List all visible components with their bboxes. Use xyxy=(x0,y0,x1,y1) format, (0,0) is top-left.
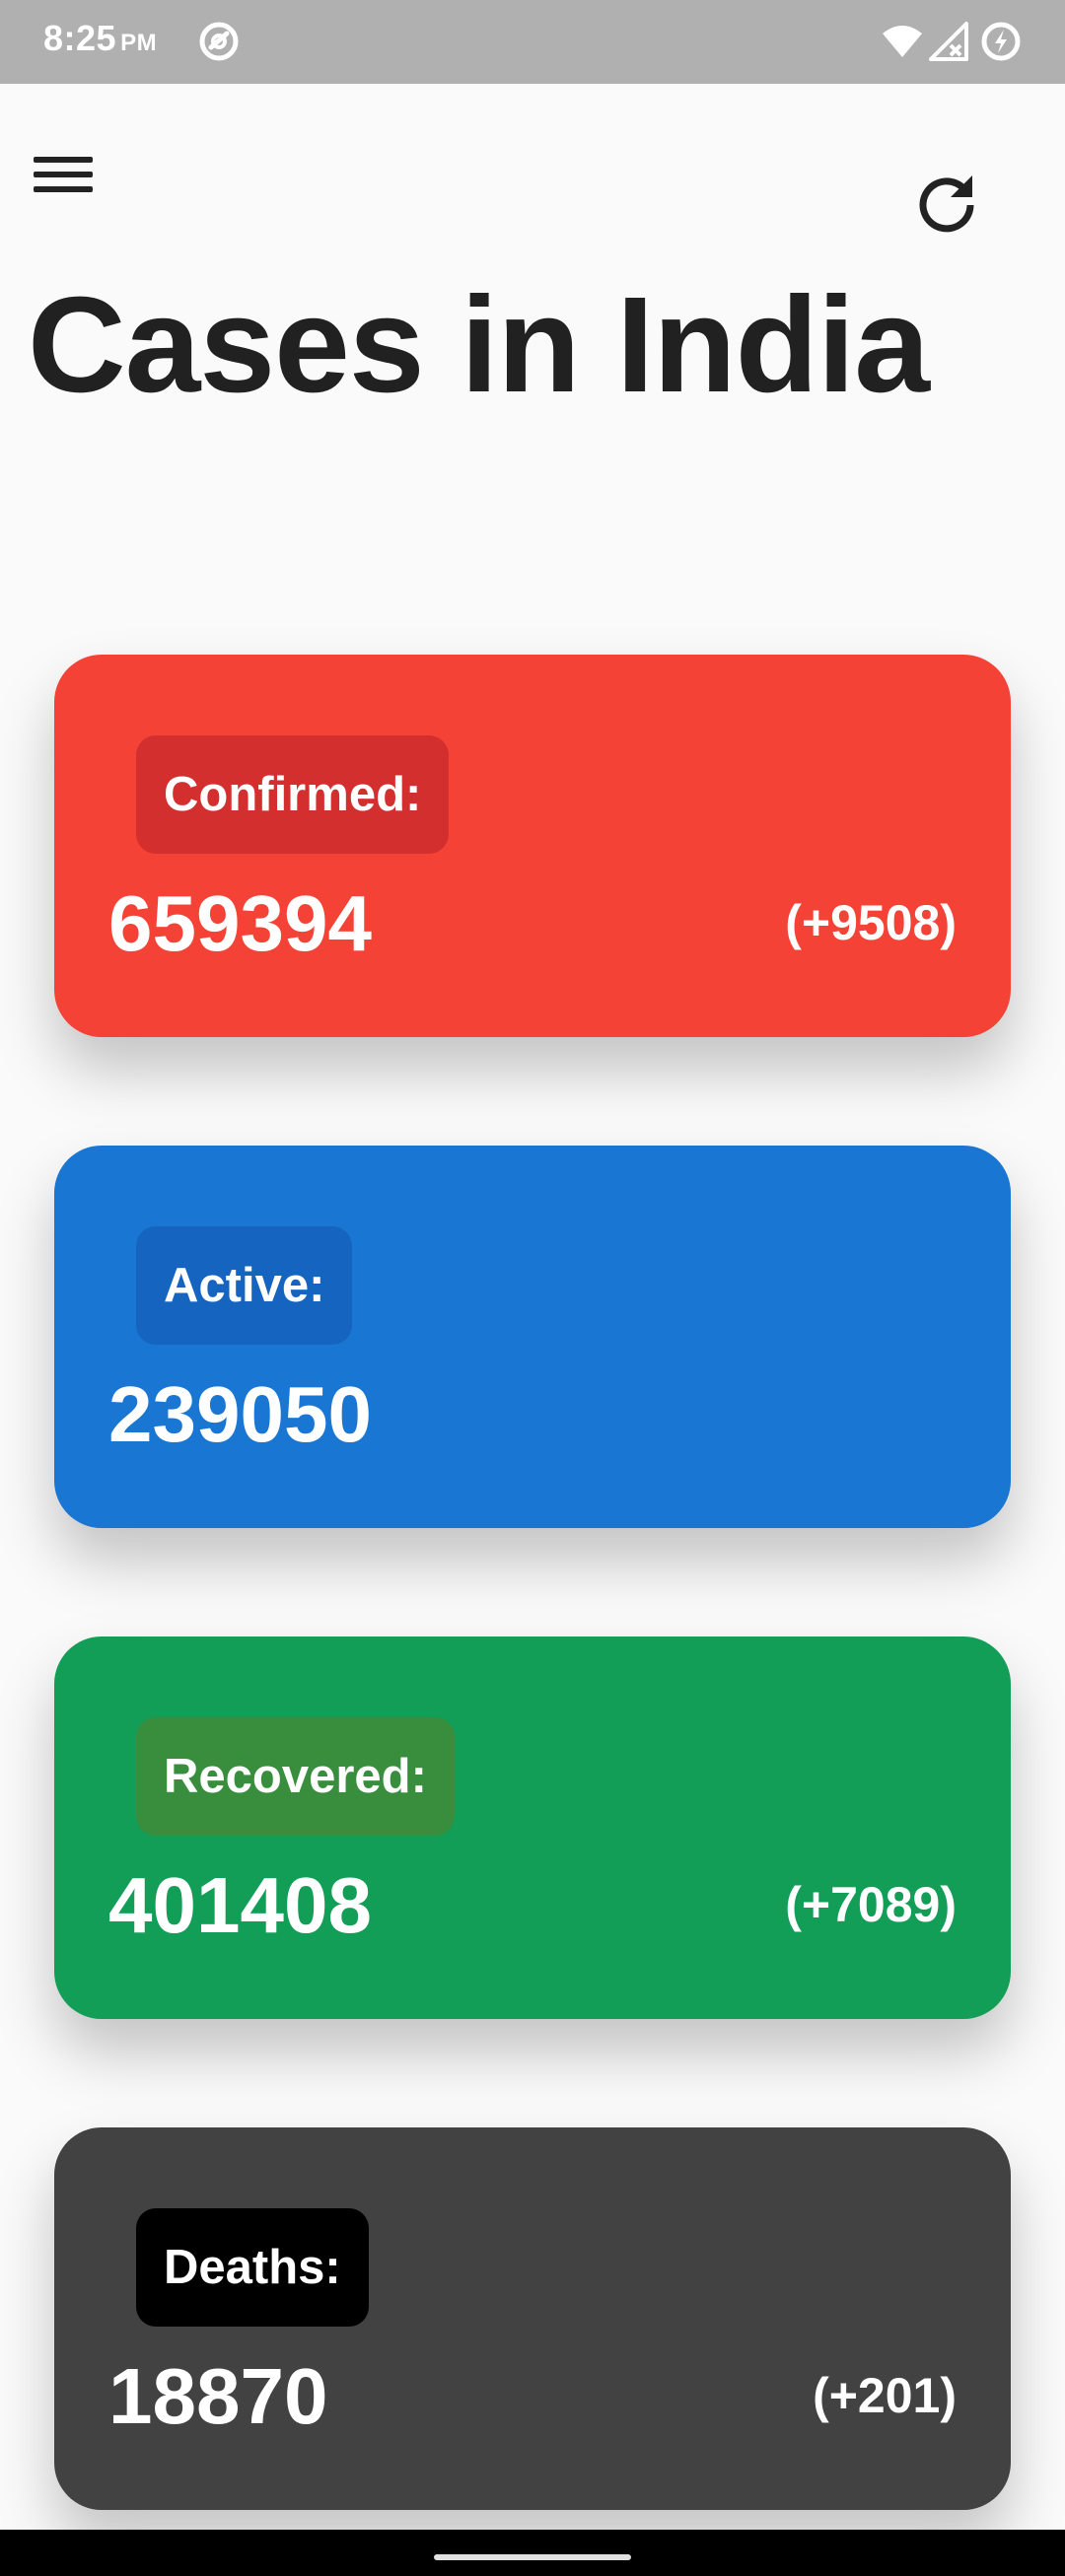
menu-bar-bottom xyxy=(34,186,93,192)
recovered-value: 401408 xyxy=(108,1861,372,1949)
do-not-disturb-icon xyxy=(199,22,239,61)
home-gesture-handle[interactable] xyxy=(434,2554,631,2560)
active-value: 239050 xyxy=(108,1370,372,1458)
refresh-icon[interactable] xyxy=(907,166,986,244)
deaths-value: 18870 xyxy=(108,2352,328,2440)
active-label: Active: xyxy=(136,1226,353,1345)
deaths-delta: (+201) xyxy=(813,2368,957,2423)
page-title: Cases in India xyxy=(28,269,930,421)
confirmed-label: Confirmed: xyxy=(136,735,450,854)
deaths-label: Deaths: xyxy=(136,2208,369,2327)
signal-icon xyxy=(929,22,968,61)
confirmed-delta: (+9508) xyxy=(785,895,957,950)
status-time: 8:25 PM xyxy=(43,18,157,59)
status-bar: 8:25 PM xyxy=(0,0,1065,84)
menu-bar-middle xyxy=(34,172,93,177)
recovered-delta: (+7089) xyxy=(785,1877,957,1932)
navigation-bar xyxy=(0,2530,1065,2576)
hamburger-menu-icon[interactable] xyxy=(30,148,99,207)
status-time-value: 8:25 xyxy=(43,18,117,58)
menu-bar-top xyxy=(34,157,93,163)
recovered-label: Recovered: xyxy=(136,1717,455,1836)
wifi-icon xyxy=(883,26,922,57)
battery-saver-icon xyxy=(981,22,1021,61)
confirmed-value: 659394 xyxy=(108,879,372,967)
recovered-card[interactable]: Recovered: 401408 (+7089) xyxy=(54,1636,1011,2019)
confirmed-card[interactable]: Confirmed: 659394 (+9508) xyxy=(54,655,1011,1037)
status-time-ampm: PM xyxy=(120,30,158,56)
active-card[interactable]: Active: 239050 xyxy=(54,1146,1011,1528)
deaths-card[interactable]: Deaths: 18870 (+201) xyxy=(54,2127,1011,2510)
